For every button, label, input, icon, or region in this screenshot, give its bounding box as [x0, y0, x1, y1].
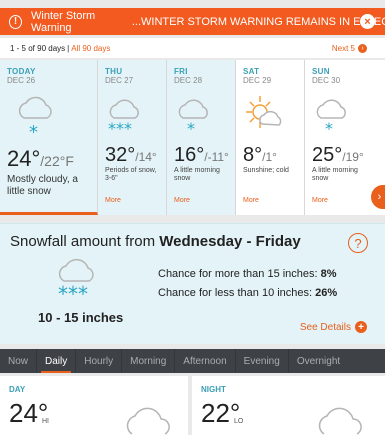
thu-temps: 32°/14° [105, 144, 157, 167]
high-temp: 24° [7, 146, 41, 171]
cloud-icon [318, 407, 362, 435]
pager-separator: | [67, 43, 70, 53]
chance-less-label: Chance for less than 10 inches: [158, 287, 316, 299]
night-card-suffix: LO [234, 418, 244, 425]
forecast-day-fri[interactable]: FRI DEC 28 * 16°/-11° A little morning s… [167, 60, 236, 215]
forecast-tabs: Now Daily Hourly Morning Afternoon Eveni… [0, 349, 385, 373]
plus-icon: + [355, 321, 367, 333]
chance-more: Chance for more than 15 inches: 8% [158, 268, 337, 280]
condition-text: A little morning snow [312, 167, 358, 182]
day-date: DEC 29 [243, 76, 272, 85]
tab-morning[interactable]: Morning [122, 349, 176, 373]
tab-overnight[interactable]: Overnight [289, 349, 348, 373]
chance-more-value: 8% [320, 268, 337, 280]
warning-title: Winter Storm Warning [31, 9, 96, 34]
high-temp: 16° [174, 144, 205, 166]
close-icon[interactable]: × [360, 14, 375, 29]
condition-text: Sunshine; cold [243, 167, 289, 174]
day-name: SAT [243, 67, 260, 76]
alert-icon: ! [9, 14, 22, 29]
day-date: DEC 27 [105, 76, 134, 85]
day-name: SUN [312, 67, 330, 76]
high-temp: 25° [312, 144, 343, 166]
condition-text: A little morning snow [174, 167, 220, 182]
low-temp: /19° [342, 150, 364, 164]
low-temp: /1° [262, 150, 277, 164]
help-icon[interactable]: ? [348, 233, 368, 253]
chance-less-value: 26% [315, 287, 338, 299]
night-card-label: NIGHT [201, 385, 226, 394]
chance-less: Chance for less than 10 inches: 26% [158, 287, 337, 299]
svg-text:***: *** [108, 119, 132, 136]
cloud-icon [126, 407, 170, 435]
day-card-suffix: HI [42, 418, 49, 425]
forecast-pager: 1 - 5 of 90 days | All 90 days Next 5 › [0, 38, 385, 58]
more-link[interactable]: More [243, 197, 259, 204]
high-temp: 32° [105, 144, 136, 166]
all-days-link[interactable]: All 90 days [71, 44, 110, 53]
more-link[interactable]: More [312, 197, 328, 204]
forecast-day-today[interactable]: TODAY DEC 26 * 24°/22°F Mostly cloudy, a… [0, 60, 98, 215]
cloud-snow-icon: * [178, 99, 208, 136]
see-details-label: See Details [299, 321, 351, 333]
next-five-label: Next 5 [331, 43, 355, 53]
forecast-day-thu[interactable]: THU DEC 27 *** 32°/14° Periods of snow, … [98, 60, 167, 215]
svg-text:*: * [325, 119, 333, 136]
condition-text: Mostly cloudy, a little snow [7, 174, 78, 197]
sat-temps: 8°/1° [243, 144, 277, 167]
more-link[interactable]: More [174, 197, 190, 204]
day-name: THU [105, 67, 123, 76]
forecast-day-sat[interactable]: SAT DEC 29 8°/1° Sunshine; cold More [236, 60, 305, 215]
fri-temps: 16°/-11° [174, 144, 229, 167]
cloud-snow-icon: * [18, 96, 52, 140]
sun-cloud-icon [246, 96, 282, 128]
next-five-link[interactable]: Next 5 › [331, 43, 367, 53]
more-link[interactable]: More [105, 197, 121, 204]
see-details-link[interactable]: See Details + [300, 321, 367, 333]
snowfall-headline: Snowfall amount from Wednesday - Friday [10, 233, 301, 250]
snowfall-headline-range: Wednesday - Friday [159, 233, 301, 250]
day-date: DEC 28 [174, 76, 203, 85]
tab-afternoon[interactable]: Afternoon [175, 349, 236, 373]
chance-more-label: Chance for more than 15 inches: [158, 268, 321, 280]
snowfall-panel: Snowfall amount from Wednesday - Friday … [0, 223, 385, 344]
day-date: DEC 30 [312, 76, 341, 85]
chevron-right-icon: › [358, 43, 367, 53]
snowfall-amount: 10 - 15 inches [38, 310, 124, 325]
day-card[interactable]: DAY 24° HI [0, 376, 188, 435]
low-temp: /-11° [204, 150, 229, 164]
cloud-heavy-snow-icon: *** [108, 99, 139, 136]
condition-text: Periods of snow, 3-6" [105, 167, 157, 182]
snowfall-headline-prefix: Snowfall amount from [10, 233, 160, 250]
winter-storm-warning-banner[interactable]: ! Winter Storm Warning ...WINTER STORM W… [0, 8, 385, 35]
svg-text:*: * [29, 122, 38, 140]
cloud-snow-icon: * [316, 99, 346, 136]
tab-evening[interactable]: Evening [236, 349, 289, 373]
today-temps: 24°/22°F [7, 146, 74, 172]
warning-text: ...WINTER STORM WARNING REMAINS IN EFFEC… [131, 15, 385, 28]
high-temp: 8° [243, 144, 263, 166]
night-card[interactable]: NIGHT 22° LO [192, 376, 385, 435]
sun-temps: 25°/19° [312, 144, 364, 167]
day-date: DEC 26 [7, 76, 36, 85]
day-name: FRI [174, 67, 188, 76]
tab-hourly[interactable]: Hourly [76, 349, 123, 373]
day-range-label: 1 - 5 of 90 days [10, 43, 66, 53]
day-card-label: DAY [9, 385, 26, 394]
low-temp: /14° [135, 150, 157, 164]
svg-text:*: * [187, 119, 195, 136]
tab-daily[interactable]: Daily [37, 349, 77, 373]
daily-forecast-strip: TODAY DEC 26 * 24°/22°F Mostly cloudy, a… [0, 60, 385, 215]
day-name: TODAY [7, 67, 36, 76]
low-temp: /22°F [40, 153, 74, 169]
svg-text:***: *** [58, 282, 88, 303]
cloud-heavy-snow-icon: *** [58, 258, 94, 303]
tab-now[interactable]: Now [0, 349, 38, 373]
